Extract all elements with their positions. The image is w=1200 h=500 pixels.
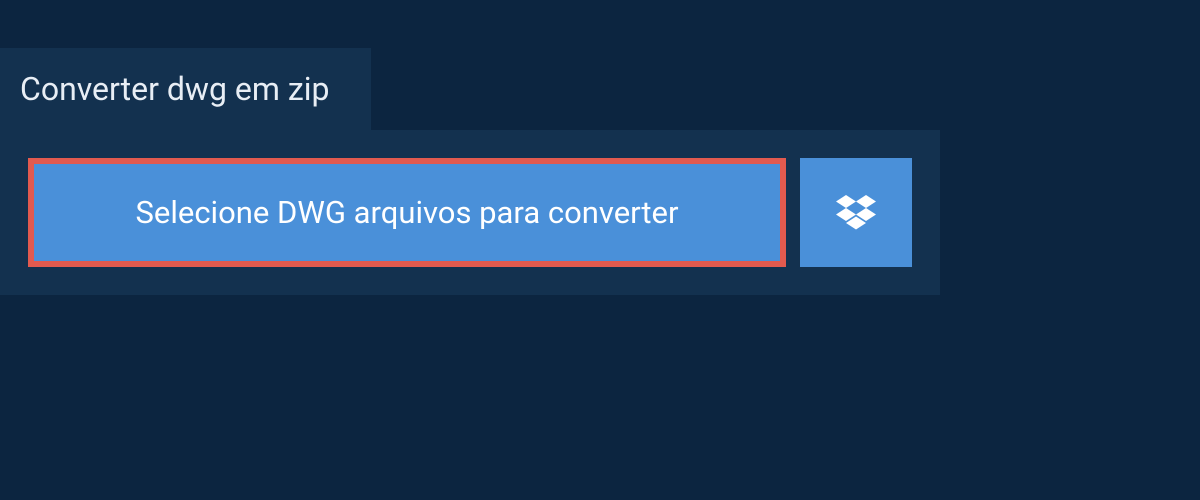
- dropbox-button[interactable]: [800, 158, 912, 267]
- select-files-label: Selecione DWG arquivos para converter: [136, 194, 679, 231]
- dropbox-icon: [836, 195, 876, 231]
- tab-converter[interactable]: Converter dwg em zip: [0, 48, 371, 130]
- upload-panel: Selecione DWG arquivos para converter: [0, 130, 940, 295]
- select-files-button[interactable]: Selecione DWG arquivos para converter: [28, 158, 786, 267]
- tab-title: Converter dwg em zip: [20, 70, 329, 108]
